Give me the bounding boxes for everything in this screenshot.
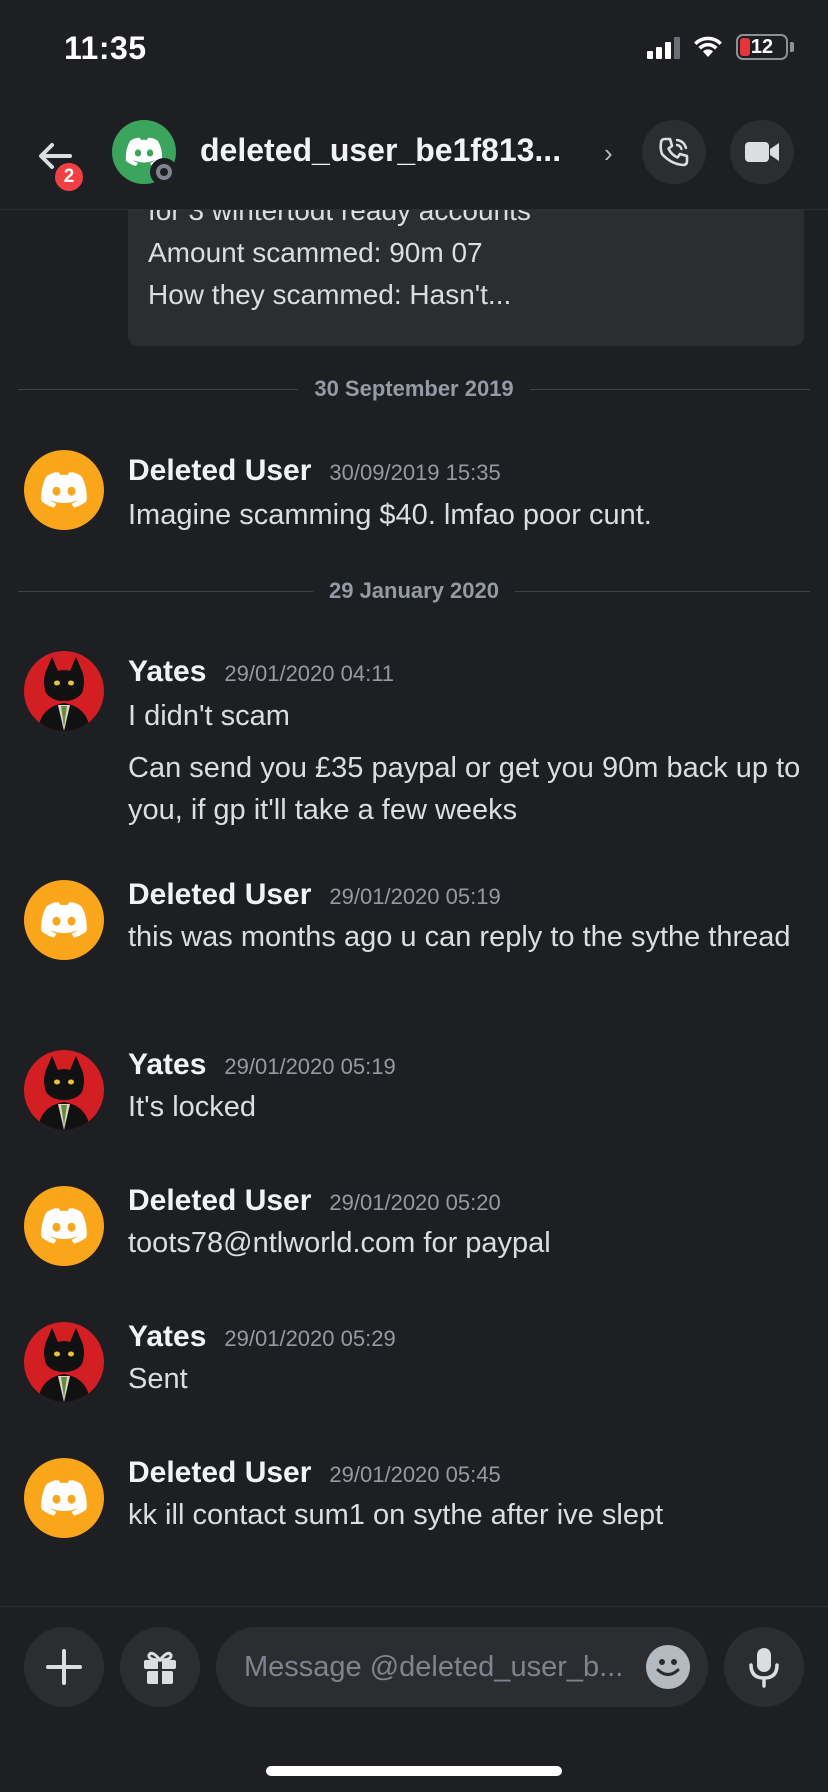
user-avatar[interactable] <box>24 1458 104 1538</box>
message-author[interactable]: Deleted User <box>128 454 311 488</box>
message-list[interactable]: for 3 wintertodt ready accounts Amount s… <box>0 210 828 1606</box>
message-timestamp: 29/01/2020 05:19 <box>224 1054 396 1079</box>
message-composer <box>0 1606 828 1792</box>
message-header: Deleted User 29/01/2020 05:45 <box>128 1456 501 1490</box>
message-timestamp: 29/01/2020 04:11 <box>224 661 395 686</box>
clock: 11:35 <box>64 30 147 66</box>
message-text: Imagine scamming $40. lmfao poor cunt. <box>128 499 652 531</box>
message-timestamp: 30/09/2019 15:35 <box>329 460 501 485</box>
gift-icon <box>144 1651 176 1684</box>
battery-icon: 12 <box>736 34 788 60</box>
message-input-container[interactable] <box>216 1627 708 1707</box>
date-divider: 29 January 2020 <box>18 576 810 606</box>
chevron-right-icon[interactable]: › <box>604 138 613 169</box>
message-text: It's locked <box>128 1091 257 1123</box>
cat-avatar-icon <box>38 1056 90 1130</box>
emoji-picker-button[interactable] <box>646 1645 690 1689</box>
user-avatar[interactable] <box>24 450 104 530</box>
voice-message-button[interactable] <box>724 1627 804 1707</box>
microphone-icon <box>749 1648 779 1688</box>
offline-status-icon <box>150 158 178 186</box>
message-text: toots78@ntlworld.com for paypal <box>128 1227 551 1259</box>
user-avatar[interactable] <box>24 651 104 731</box>
discord-logo-icon <box>41 1208 87 1244</box>
dm-title[interactable]: deleted_user_be1f813... <box>200 132 561 169</box>
video-camera-icon <box>745 142 779 162</box>
message-author[interactable]: Yates <box>128 1048 206 1082</box>
message-text: this was months ago u can reply to the s… <box>128 921 791 953</box>
gift-button[interactable] <box>120 1627 200 1707</box>
date-divider: 30 September 2019 <box>18 374 810 404</box>
cellular-signal-icon <box>647 35 680 59</box>
embed-line: How they scammed: Hasn't... <box>148 279 512 310</box>
message-author[interactable]: Yates <box>128 1320 206 1354</box>
message-header: Yates 29/01/2020 05:29 <box>128 1320 396 1354</box>
wifi-icon <box>694 36 722 57</box>
plus-icon <box>46 1649 82 1685</box>
message-text: Can send you £35 paypal or get you 90m b… <box>128 752 801 826</box>
message-timestamp: 29/01/2020 05:29 <box>224 1326 396 1351</box>
message-author[interactable]: Yates <box>128 655 206 689</box>
user-avatar[interactable] <box>24 1050 104 1130</box>
video-call-button[interactable] <box>730 120 794 184</box>
message-header: Deleted User 29/01/2020 05:19 <box>128 878 501 912</box>
cat-avatar-icon <box>38 1328 90 1402</box>
discord-logo-icon <box>41 472 87 508</box>
user-avatar[interactable] <box>24 880 104 960</box>
message-author[interactable]: Deleted User <box>128 1456 311 1490</box>
battery-level: 12 <box>750 35 774 58</box>
message-text: I didn't scam <box>128 700 290 732</box>
battery-cap <box>790 42 794 52</box>
message-timestamp: 29/01/2020 05:20 <box>329 1190 501 1215</box>
message-header: Yates 29/01/2020 05:19 <box>128 1048 396 1082</box>
message-header: Deleted User 29/01/2020 05:20 <box>128 1184 501 1218</box>
message-author[interactable]: Deleted User <box>128 1184 311 1218</box>
home-indicator[interactable] <box>266 1766 562 1776</box>
message-timestamp: 29/01/2020 05:19 <box>329 884 501 909</box>
message-timestamp: 29/01/2020 05:45 <box>329 1462 501 1487</box>
discord-logo-icon <box>41 1480 87 1516</box>
date-divider-label: 29 January 2020 <box>328 578 500 603</box>
embed-line: for 3 wintertodt ready accounts <box>148 210 531 226</box>
message-embed: for 3 wintertodt ready accounts Amount s… <box>128 210 804 346</box>
message-header: Yates 29/01/2020 04:11 <box>128 655 394 689</box>
date-divider-label: 30 September 2019 <box>314 376 514 401</box>
smiley-icon <box>656 1659 680 1676</box>
phone-icon <box>659 137 689 167</box>
unread-badge: 2 <box>52 160 86 194</box>
message-text: Sent <box>128 1363 188 1395</box>
embed-line: Amount scammed: 90m 07 <box>148 237 483 268</box>
status-icons: 12 <box>647 34 794 60</box>
user-avatar[interactable] <box>24 1322 104 1402</box>
cat-avatar-icon <box>38 657 90 731</box>
discord-logo-icon <box>41 902 87 938</box>
voice-call-button[interactable] <box>642 120 706 184</box>
dm-header: 2 deleted_user_be1f813... › <box>0 100 828 210</box>
message-header: Deleted User 30/09/2019 15:35 <box>128 454 501 488</box>
add-attachment-button[interactable] <box>24 1627 104 1707</box>
message-text: kk ill contact sum1 on sythe after ive s… <box>128 1499 664 1531</box>
message-author[interactable]: Deleted User <box>128 878 311 912</box>
message-input[interactable] <box>244 1627 624 1707</box>
user-avatar[interactable] <box>24 1186 104 1266</box>
status-bar: 11:35 12 <box>0 0 828 100</box>
